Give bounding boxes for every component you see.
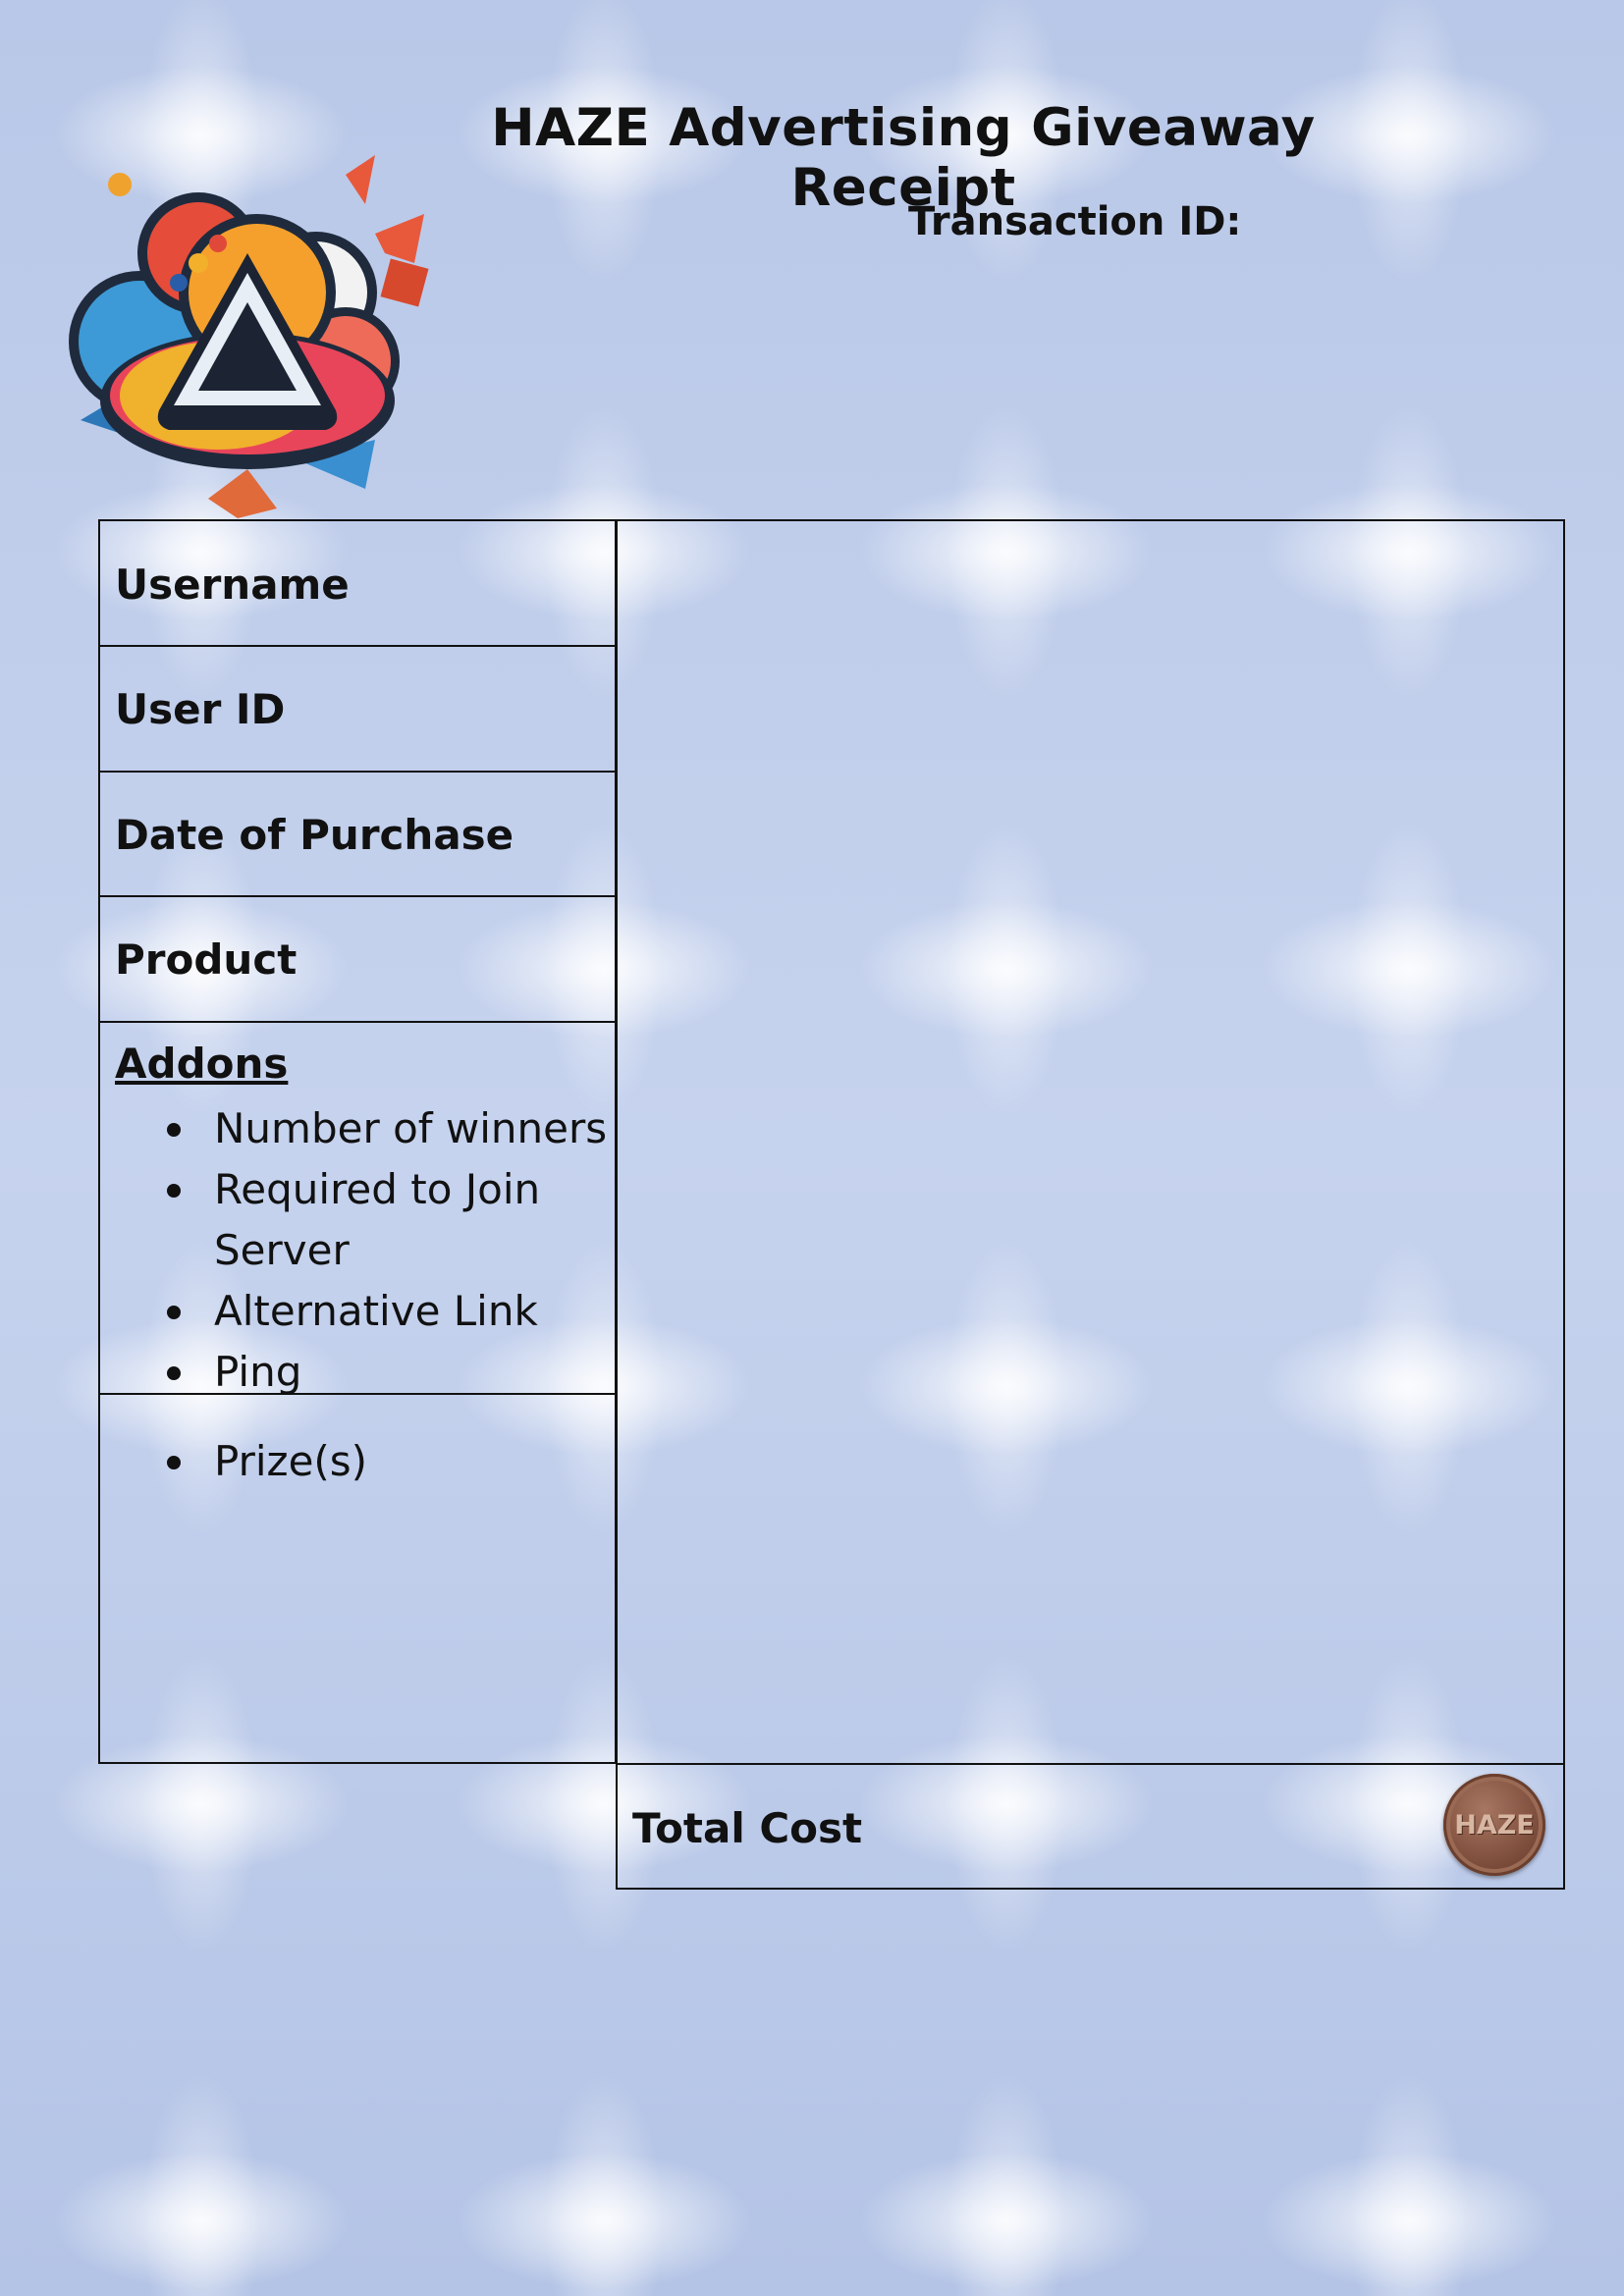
total-cost-label: Total Cost	[632, 1804, 863, 1852]
total-cost-row: Total Cost HAZE	[616, 1763, 1565, 1890]
row-product: Product	[100, 896, 615, 1023]
row-date-of-purchase: Date of Purchase	[100, 772, 615, 897]
row-username: Username	[100, 521, 615, 647]
addons-heading: Addons	[115, 1040, 289, 1088]
haze-coin-icon: HAZE	[1443, 1774, 1545, 1876]
row-addons: Addons Number of winners Required to Joi…	[100, 1022, 615, 1396]
coin-text: HAZE	[1454, 1809, 1535, 1841]
list-item: Number of winners	[100, 1098, 611, 1159]
username-label: Username	[115, 561, 350, 609]
prizes-list: Prize(s)	[100, 1431, 611, 1492]
date-of-purchase-label: Date of Purchase	[115, 811, 514, 859]
field-values-column	[616, 519, 1565, 1765]
receipt-table: Username User ID Date of Purchase Produc…	[98, 519, 1565, 1890]
field-labels-column: Username User ID Date of Purchase Produc…	[98, 519, 617, 1764]
list-item: Required to Join Server	[100, 1159, 611, 1281]
page-title: HAZE Advertising Giveaway Receipt	[491, 98, 1316, 218]
list-item: Prize(s)	[100, 1431, 611, 1492]
list-item: Alternative Link	[100, 1281, 611, 1342]
user-id-label: User ID	[115, 685, 286, 733]
transaction-id-label: Transaction ID:	[908, 199, 1242, 244]
product-label: Product	[115, 935, 298, 984]
haze-triangle-logo-icon	[69, 155, 429, 518]
row-prizes: Prize(s)	[100, 1394, 615, 1764]
row-user-id: User ID	[100, 646, 615, 773]
addons-list: Number of winners Required to Join Serve…	[100, 1098, 611, 1403]
